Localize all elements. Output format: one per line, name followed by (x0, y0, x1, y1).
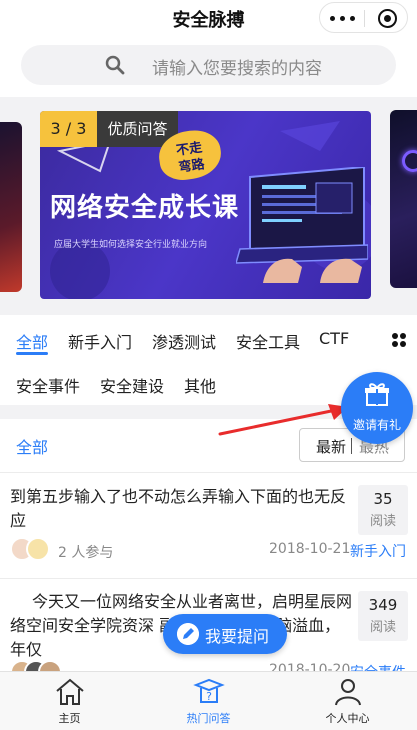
prev-banner-preview[interactable] (0, 122, 22, 292)
question-title[interactable]: 到第五步输入了也不动怎么弄输入下面的也无反应 (10, 485, 355, 533)
tab-tools[interactable]: 安全工具 (236, 329, 300, 353)
gift-icon (365, 383, 389, 406)
banner-slide[interactable]: 3 / 3 优质问答 不走 弯路 网络安全成长课 应届大学生如何选择安全行业就业… (40, 111, 371, 299)
read-count-unit: 阅读 (369, 620, 396, 635)
svg-text:?: ? (206, 690, 212, 703)
ask-question-button[interactable]: 我要提问 (163, 614, 287, 654)
more-icon[interactable] (330, 16, 356, 22)
list-divider (0, 578, 417, 579)
filter-all[interactable]: 全部 (16, 434, 48, 458)
list-divider (0, 472, 417, 473)
search-icon (105, 55, 125, 75)
banner-counter: 3 / 3 (40, 111, 97, 147)
user-icon (335, 679, 361, 706)
banner-subline: 应届大学生如何选择安全行业就业方向 (54, 240, 208, 250)
tab-profile-label: 个人中心 (325, 712, 370, 725)
banner-headline: 网络安全成长课 (50, 193, 240, 223)
tab-hot-qa[interactable]: ? 热门问答 (139, 672, 278, 730)
nav-bar: 安全脉搏 (0, 0, 417, 36)
active-tab-indicator (16, 352, 48, 355)
participant-count: 2 人参与 (58, 545, 114, 561)
hands-illustration (263, 258, 362, 283)
tab-other[interactable]: 其他 (184, 373, 216, 397)
tab-beginner[interactable]: 新手入门 (68, 329, 132, 353)
read-count-box: 35 阅读 (358, 485, 408, 535)
edit-icon (177, 623, 199, 645)
search-placeholder: 请输入您要搜索的内容 (152, 59, 322, 79)
tab-home-label: 主页 (58, 712, 81, 725)
tab-security-building[interactable]: 安全建设 (100, 373, 164, 397)
read-count-unit: 阅读 (369, 514, 396, 529)
post-date: 2018-10-21 (269, 541, 351, 557)
red-arrow-annotation (218, 404, 348, 436)
tab-profile[interactable]: 个人中心 (278, 672, 417, 730)
search-bar[interactable]: 请输入您要搜索的内容 (21, 45, 396, 85)
ask-question-label: 我要提问 (205, 627, 270, 646)
sort-divider (351, 438, 352, 454)
tab-security-events[interactable]: 安全事件 (16, 373, 80, 397)
decor-ring (402, 150, 417, 172)
read-count-box: 349 阅读 (358, 591, 408, 641)
tab-pentest[interactable]: 渗透测试 (152, 329, 216, 353)
tab-ctf[interactable]: CTF (319, 329, 349, 348)
graduation-cap-icon: ? (193, 678, 225, 703)
next-banner-preview[interactable] (390, 110, 417, 288)
avatar (26, 537, 50, 561)
post-category[interactable]: 新手入门 (350, 541, 406, 561)
invite-label: 邀请有礼 (352, 418, 401, 432)
tab-all[interactable]: 全部 (16, 329, 48, 353)
bottom-tab-bar: 主页 ? 热门问答 个人中心 (0, 671, 417, 730)
mini-program-capsule (319, 2, 408, 33)
invite-gift-button[interactable]: 邀请有礼 (341, 372, 413, 444)
tab-hot-qa-label: 热门问答 (186, 712, 231, 725)
close-target-icon[interactable] (378, 9, 397, 28)
read-count: 35 (373, 490, 393, 508)
tab-home[interactable]: 主页 (0, 672, 139, 730)
home-icon (56, 678, 84, 705)
capsule-divider (364, 10, 365, 27)
read-count: 349 (368, 596, 398, 614)
grid-menu-icon[interactable] (392, 333, 407, 348)
